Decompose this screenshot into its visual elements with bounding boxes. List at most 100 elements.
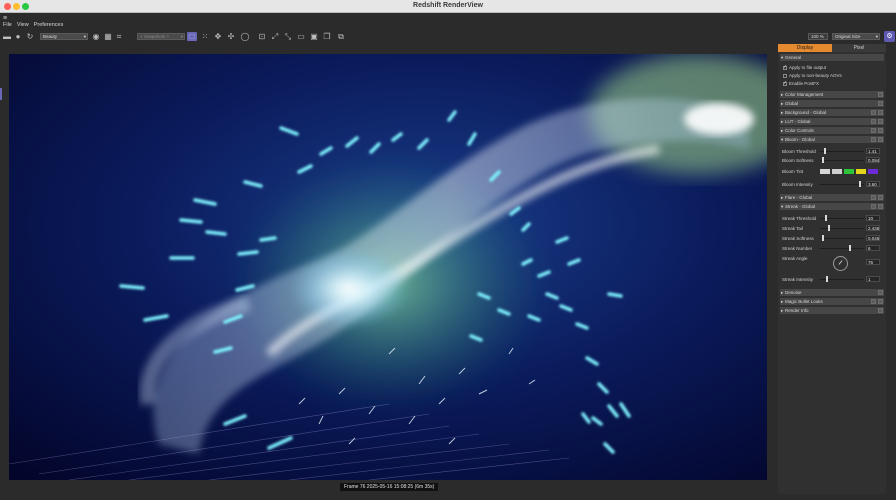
render-viewport[interactable] [9,54,767,480]
section-bloom[interactable]: Bloom - Global [780,136,884,143]
bloom-softness-knob[interactable] [822,157,825,163]
bloom-tint-swatch[interactable] [856,169,866,174]
grid-icon[interactable]: ▦ [103,32,113,41]
streak-angle-dial[interactable] [833,256,848,271]
bloom-intensity-knob[interactable] [858,181,861,187]
aov-select[interactable]: Beauty [40,33,88,40]
circle-select-icon[interactable]: ◯ [240,32,250,41]
bloom-intensity-slider[interactable] [820,184,864,185]
section-toggle-icon[interactable] [878,128,883,133]
section-color-management[interactable]: Color Management [780,91,884,98]
render-status-bar: Frame 76 2025-05-16 15:08:25 (6m 35s) [340,483,439,491]
section-toggle-icon[interactable] [878,290,883,295]
streak-softness-slider[interactable] [820,238,864,239]
left-edge-handle[interactable] [0,88,2,100]
section-copy-icon[interactable] [871,119,876,124]
menu-view[interactable]: View [17,22,29,30]
section-toggle-icon[interactable] [878,119,883,124]
section-copy-icon[interactable] [871,110,876,115]
lock-icon[interactable]: ⊡ [257,32,267,41]
apply-file-output-checkbox[interactable]: Apply to file output [783,64,826,71]
pick-focus-icon[interactable]: ✥ [213,32,223,41]
section-toggle-icon[interactable] [878,137,883,142]
bloom-softness-slider[interactable] [820,160,864,161]
fit-icon[interactable]: ⤢ [270,32,280,41]
section-denoise[interactable]: Denoise [780,289,884,296]
bloom-tint-swatch[interactable] [820,169,830,174]
play-render-icon[interactable]: ● [13,32,23,41]
save-snapshot-icon[interactable]: ▣ [309,32,319,41]
streak-number-knob[interactable] [849,245,852,251]
bloom-threshold-field[interactable]: 1.41 [866,148,880,154]
window-title: Redshift RenderView [413,2,483,9]
render-image [9,54,767,480]
rgb-channel-icon[interactable]: ◉ [91,32,101,41]
enable-postfx-checkbox[interactable]: Enable PostFX [783,80,819,87]
post-effects-panel: Display Pixel General Apply to file outp… [778,44,886,494]
collapse-icon[interactable]: ⤡ [283,32,293,41]
streak-softness-knob[interactable] [821,235,824,241]
menu-file[interactable]: File [3,22,12,30]
tab-pixel[interactable]: Pixel [832,44,886,52]
streak-angle-label: Streak Angle [782,256,808,261]
save-image-icon[interactable]: ▭ [296,32,306,41]
section-copy-icon[interactable] [871,204,876,209]
section-toggle-icon[interactable] [878,308,883,313]
bloom-tint-swatch[interactable] [868,169,878,174]
section-global[interactable]: Global [780,100,884,107]
snapshot-select[interactable]: < Snapshots > [137,33,185,40]
streak-tail-label: Streak Tail [782,226,803,231]
section-toggle-icon[interactable] [878,92,883,97]
section-toggle-icon[interactable] [878,299,883,304]
section-streak[interactable]: Streak - Global [780,203,884,210]
section-copy-icon[interactable] [871,137,876,142]
streak-intensity-knob[interactable] [826,276,829,282]
bloom-tint-swatch[interactable] [844,169,854,174]
crop-icon[interactable]: ⌗ [114,32,124,41]
section-color-controls[interactable]: Color Controls [780,127,884,134]
section-lut[interactable]: LUT - Global [780,118,884,125]
menu-preferences[interactable]: Preferences [34,22,64,30]
streak-angle-field[interactable]: 76 [866,259,880,265]
bloom-softness-field[interactable]: 0.094 [866,157,880,163]
streak-intensity-field[interactable]: 1 [866,276,880,282]
section-toggle-icon[interactable] [878,110,883,115]
bloom-intensity-field[interactable]: 3.60 [866,181,880,187]
streak-number-field[interactable]: 6 [866,245,880,251]
streak-tail-field[interactable]: 2.436 [866,225,880,231]
bloom-tint-swatch[interactable] [832,169,842,174]
move-icon[interactable]: ✣ [226,32,236,41]
section-copy-icon[interactable] [871,128,876,133]
section-copy-icon[interactable] [871,195,876,200]
apply-non-beauty-checkbox[interactable]: Apply to non-beauty AOVs [783,72,842,79]
streak-threshold-field[interactable]: 10 [866,215,880,221]
section-toggle-icon[interactable] [878,101,883,106]
streak-tail-knob[interactable] [827,225,830,231]
bucket-grid-icon[interactable]: ⁙ [200,32,210,41]
section-flare[interactable]: Flare - Global [780,194,884,201]
streak-threshold-knob[interactable] [825,215,828,221]
compare-icon[interactable]: ⧉ [336,32,346,41]
section-toggle-icon[interactable] [878,195,883,200]
streak-softness-field[interactable]: 0.046 [866,235,880,241]
settings-gear-icon[interactable]: ⚙ [884,31,895,42]
refresh-icon[interactable]: ↻ [25,32,35,41]
section-render-info[interactable]: Render Info [780,307,884,314]
copy-icon[interactable]: ❐ [322,32,332,41]
streak-number-slider[interactable] [820,248,864,249]
region-render-icon[interactable]: □ [187,32,197,41]
folder-icon[interactable]: ▬ [2,32,12,41]
bloom-threshold-knob[interactable] [824,148,827,154]
bloom-threshold-slider[interactable] [820,151,864,152]
tab-display[interactable]: Display [778,44,832,52]
zoom-field[interactable]: 100 % [808,33,828,40]
section-toggle-icon[interactable] [878,204,883,209]
section-magic-bullet[interactable]: Magic Bullet Looks [780,298,884,305]
size-select[interactable]: Original Size [832,33,880,40]
hamburger-menu-icon[interactable]: ≡ [3,15,7,22]
section-background[interactable]: Background - Global [780,109,884,116]
section-copy-icon[interactable] [871,299,876,304]
streak-number-label: Streak Number [782,246,813,251]
streak-intensity-label: Streak Intensity [782,277,814,282]
section-general[interactable]: General [780,54,884,61]
